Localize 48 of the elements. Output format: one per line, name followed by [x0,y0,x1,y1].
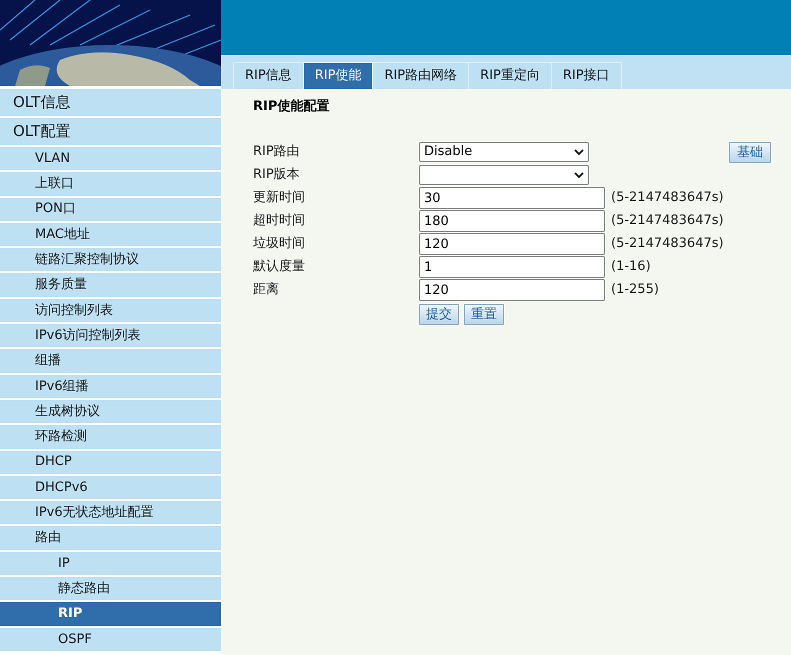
menu-item[interactable]: 环路检测 [0,425,221,449]
field-label: 超时时间 [253,212,306,230]
menu-item[interactable]: 生成树协议 [0,400,221,424]
field-label: 垃圾时间 [253,235,306,254]
range-hint: (1-16) [611,258,651,276]
dropdown[interactable] [419,165,589,185]
form-button[interactable]: 重置 [464,304,504,325]
section-title: RIP使能配置 [253,98,330,116]
menu-item[interactable]: 路由 [0,526,221,550]
menu-item[interactable]: RIP [0,602,221,626]
dropdown[interactable]: Disable [419,142,589,162]
field-label: RIP路由 [253,143,301,162]
form-button[interactable]: 提交 [419,304,459,325]
menu-item[interactable]: MAC地址 [0,222,221,246]
menu-item[interactable]: DHCP [0,450,221,474]
range-hint: (1-255) [611,281,659,300]
field-label: 距离 [253,281,280,300]
menu-item[interactable]: IP [0,552,221,576]
input-field[interactable]: 180 [419,210,605,232]
menu-item[interactable]: IPv6无状态地址配置 [0,501,221,524]
input-field[interactable]: 1 [419,256,605,278]
menu-item[interactable]: VLAN [0,147,221,170]
input-field[interactable]: 120 [419,279,605,301]
menu-item[interactable]: OLT配置 [0,118,221,145]
range-hint: (5-2147483647s) [611,212,724,230]
field-label: 默认度量 [253,258,306,276]
input-field[interactable]: 120 [419,233,605,255]
menu-item[interactable]: DHCPv6 [0,476,221,500]
chevron-down-icon [574,172,584,178]
menu-item[interactable]: IPv6访问控制列表 [0,324,221,348]
menu-item[interactable]: 静态路由 [0,577,221,600]
field-label: RIP版本 [253,166,301,184]
menu-item[interactable]: PON口 [0,198,221,221]
menu-item[interactable]: 访问控制列表 [0,298,221,322]
input-field[interactable]: 30 [419,187,605,209]
field-label: 更新时间 [253,189,306,208]
menu-item[interactable]: 组播 [0,349,221,373]
chevron-down-icon [574,149,584,155]
range-hint: (5-2147483647s) [611,235,724,254]
basic-button[interactable]: 基础 [729,142,771,163]
range-hint: (5-2147483647s) [611,189,724,208]
menu-item[interactable]: OSPF [0,628,221,651]
menu-item[interactable]: IPv6组播 [0,374,221,398]
tab[interactable]: RIP使能 [304,63,374,89]
menu-item[interactable]: 上联口 [0,172,221,196]
menu-item[interactable]: 链路汇聚控制协议 [0,248,221,272]
menu-item[interactable]: 服务质量 [0,273,221,297]
menu-item[interactable]: OLT信息 [0,89,221,116]
